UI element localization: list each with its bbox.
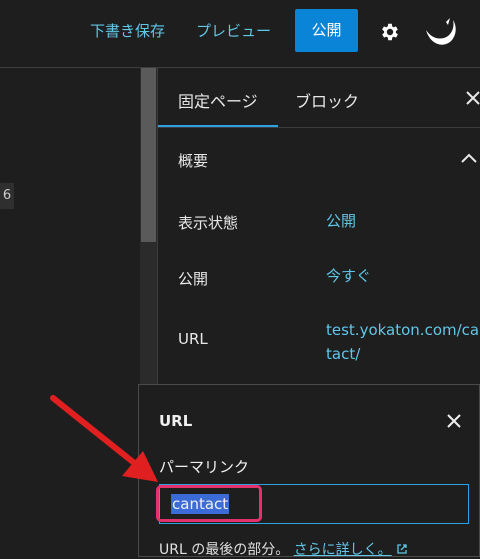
url-value-line2: tact/	[326, 345, 361, 363]
help-text: URL の最後の部分。	[159, 542, 290, 558]
preview-button[interactable]: プレビュー	[196, 20, 271, 41]
external-link-icon	[397, 544, 407, 554]
visibility-value[interactable]: 公開	[326, 209, 356, 233]
url-value-line1: test.yokaton.com/can	[326, 321, 480, 339]
sidebar-tabs: 固定ページ ブロック	[158, 68, 480, 128]
editor-header: 下書き保存 プレビュー 公開	[0, 0, 480, 68]
permalink-help: URL の最後の部分。 さらに詳しく。	[159, 539, 408, 559]
url-value[interactable]: test.yokaton.com/can tact/	[326, 318, 480, 366]
url-label: URL	[178, 330, 208, 348]
popover-title: URL	[159, 412, 193, 430]
close-icon[interactable]	[447, 414, 461, 428]
publish-date-value[interactable]: 今すぐ	[326, 264, 371, 288]
gear-icon	[382, 23, 398, 41]
chevron-up-icon[interactable]	[460, 152, 478, 164]
save-draft-button[interactable]: 下書き保存	[90, 20, 165, 41]
editor-canvas[interactable]	[0, 68, 140, 557]
close-icon[interactable]	[465, 90, 480, 106]
publish-button[interactable]: 公開	[295, 9, 358, 52]
active-tab-indicator	[158, 125, 278, 127]
publish-label: 公開	[178, 270, 209, 288]
learn-more-link[interactable]: さらに詳しく。	[294, 542, 392, 558]
visibility-label: 表示状態	[178, 214, 239, 232]
settings-button[interactable]	[370, 13, 410, 51]
summary-panel-title[interactable]: 概要	[178, 150, 208, 171]
permalink-label: パーマリンク	[159, 458, 250, 476]
block-fragment: 6	[0, 183, 14, 209]
site-logo-icon[interactable]	[424, 16, 458, 48]
url-popover: URL パーマリンク cantact URL の最後の部分。 さらに詳しく。	[138, 384, 480, 559]
scrollbar-thumb[interactable]	[141, 68, 156, 242]
annotation-highlight-box	[156, 485, 262, 522]
tab-page[interactable]: 固定ページ	[178, 88, 258, 112]
tab-block[interactable]: ブロック	[295, 88, 359, 112]
